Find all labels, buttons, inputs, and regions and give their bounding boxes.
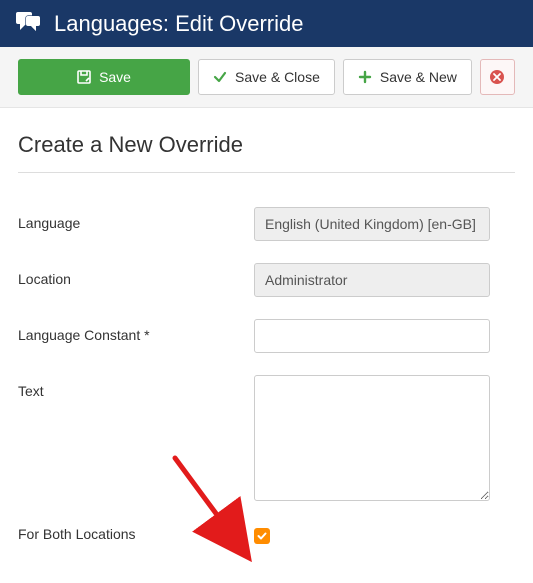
save-new-button[interactable]: Save & New: [343, 59, 472, 95]
save-close-button[interactable]: Save & Close: [198, 59, 335, 95]
close-icon: [489, 69, 505, 85]
label-text: Text: [18, 375, 254, 399]
save-button[interactable]: Save: [18, 59, 190, 95]
plus-icon: [358, 70, 372, 84]
checkmark-icon: [256, 530, 268, 542]
form-area: Create a New Override Language English (…: [0, 108, 533, 545]
field-row-both: For Both Locations: [18, 526, 515, 545]
field-row-constant: Language Constant *: [18, 319, 515, 353]
check-icon: [213, 70, 227, 84]
save-close-button-label: Save & Close: [235, 69, 320, 85]
language-readonly: English (United Kingdom) [en-GB]: [254, 207, 490, 241]
label-location: Location: [18, 263, 254, 287]
label-constant: Language Constant *: [18, 319, 254, 343]
section-title: Create a New Override: [18, 132, 515, 158]
label-both: For Both Locations: [18, 526, 254, 542]
field-row-location: Location Administrator: [18, 263, 515, 297]
page-title: Languages: Edit Override: [54, 11, 304, 37]
divider: [18, 172, 515, 173]
field-row-text: Text: [18, 375, 515, 504]
location-readonly: Administrator: [254, 263, 490, 297]
toolbar: Save Save & Close Save & New: [0, 47, 533, 108]
chat-icon: [16, 10, 42, 37]
close-button[interactable]: [480, 59, 515, 95]
save-icon: [77, 70, 91, 84]
save-button-label: Save: [99, 69, 131, 85]
save-new-button-label: Save & New: [380, 69, 457, 85]
label-language: Language: [18, 207, 254, 231]
page-header: Languages: Edit Override: [0, 0, 533, 47]
text-input[interactable]: [254, 375, 490, 501]
constant-input[interactable]: [254, 319, 490, 353]
field-row-language: Language English (United Kingdom) [en-GB…: [18, 207, 515, 241]
both-locations-checkbox[interactable]: [254, 528, 270, 544]
